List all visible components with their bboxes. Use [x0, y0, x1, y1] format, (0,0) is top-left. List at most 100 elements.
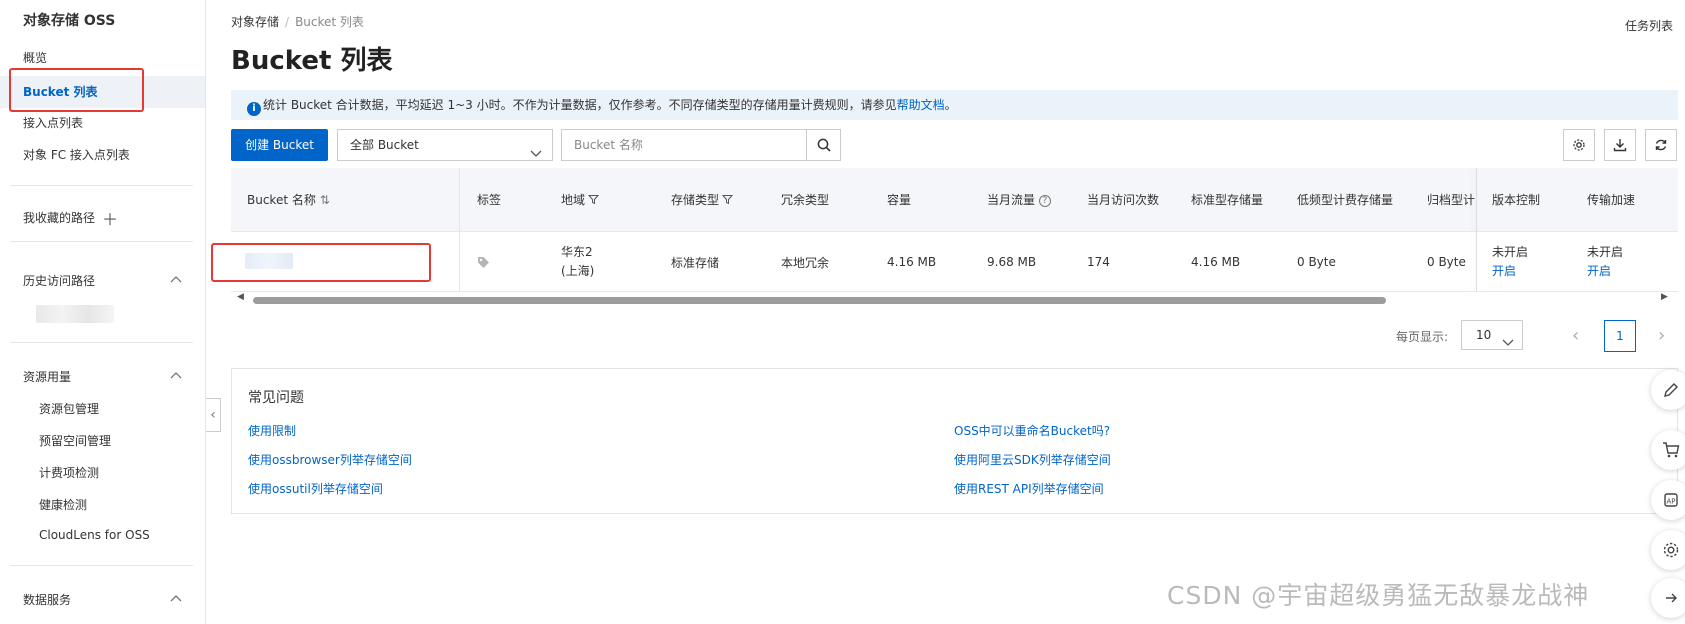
- col-header-capacity: 容量: [887, 193, 912, 207]
- refresh-icon: [1655, 139, 1667, 151]
- col-header-acceleration: 传输加速: [1587, 193, 1636, 207]
- sidebar-item-health-check[interactable]: 健康检测: [39, 496, 87, 513]
- col-header-name-label: Bucket 名称: [247, 193, 316, 207]
- table-cell-archive: 0 Byte: [1427, 255, 1466, 269]
- col-header-versioning: 版本控制: [1492, 193, 1541, 207]
- col-header-name[interactable]: Bucket 名称 ⇅: [247, 168, 330, 232]
- sidebar-item-access-points[interactable]: 接入点列表: [23, 114, 83, 131]
- page-number-button[interactable]: 1: [1604, 320, 1636, 352]
- acceleration-status: 未开启: [1587, 245, 1624, 259]
- chevron-up-icon[interactable]: [170, 275, 182, 285]
- chevron-up-icon[interactable]: [170, 594, 182, 604]
- breadcrumb: 对象存储 / Bucket 列表: [231, 13, 364, 30]
- scroll-thumb[interactable]: [253, 297, 1386, 304]
- enable-acceleration-link[interactable]: 开启: [1587, 262, 1611, 281]
- search-box: [561, 129, 841, 161]
- chevron-down-icon: [1502, 329, 1514, 357]
- breadcrumb-root[interactable]: 对象存储: [231, 15, 279, 29]
- download-button[interactable]: [1604, 129, 1636, 161]
- col-header-region[interactable]: 地域: [561, 168, 600, 233]
- link-icon: [1666, 593, 1677, 603]
- col-header-region-label: 地域: [561, 193, 586, 207]
- column-divider: [459, 168, 460, 292]
- faq-link[interactable]: 使用ossutil列举存储空间: [248, 480, 383, 497]
- highlight-box: [211, 243, 431, 282]
- cart-float-button[interactable]: [1651, 430, 1685, 470]
- settings-button[interactable]: [1563, 129, 1595, 161]
- chevron-up-icon[interactable]: [170, 371, 182, 381]
- info-icon: i: [247, 102, 261, 116]
- sidebar-divider: [10, 565, 193, 566]
- col-header-traffic-label: 当月流量: [987, 193, 1036, 207]
- table-cell-capacity: 4.16 MB: [887, 255, 937, 269]
- create-bucket-button[interactable]: 创建 Bucket: [231, 129, 328, 161]
- sidebar-item-fc-access-points[interactable]: 对象 FC 接入点列表: [23, 146, 130, 163]
- scroll-left-icon[interactable]: ◀: [237, 292, 244, 302]
- row-border: [231, 291, 1678, 292]
- search-icon: [817, 138, 831, 152]
- table-cell-region: 华东2 (上海): [561, 232, 594, 292]
- sidebar-item-reserved-capacity[interactable]: 预留空间管理: [39, 432, 111, 449]
- notice-suffix: 。: [944, 98, 957, 112]
- app-float-button[interactable]: AP: [1651, 480, 1685, 520]
- sidebar-divider: [10, 342, 193, 343]
- col-header-ia: 低频型计费存储量: [1297, 193, 1394, 207]
- page-title: Bucket 列表: [231, 46, 393, 76]
- pencil-icon: [1664, 383, 1678, 397]
- col-header-storage-class-label: 存储类型: [671, 193, 720, 207]
- sidebar-resource-label: 资源用量: [23, 370, 72, 384]
- search-input[interactable]: [562, 130, 808, 160]
- sidebar-data-service-label: 数据服务: [23, 593, 72, 607]
- faq-link[interactable]: 使用ossbrowser列举存储空间: [248, 451, 412, 468]
- bucket-filter-select[interactable]: 全部 Bucket: [337, 129, 553, 161]
- sidebar-item-resource-package[interactable]: 资源包管理: [39, 400, 99, 417]
- faq-link[interactable]: OSS中可以重命名Bucket吗?: [954, 422, 1110, 439]
- page-size-select[interactable]: 10: [1461, 320, 1523, 350]
- svg-text:AP: AP: [1666, 498, 1675, 506]
- edit-float-button[interactable]: [1651, 370, 1685, 410]
- col-header-storage-class[interactable]: 存储类型: [671, 168, 734, 233]
- faq-link[interactable]: 使用REST API列举存储空间: [954, 480, 1104, 497]
- table-cell-redundancy: 本地冗余: [781, 255, 830, 270]
- cart-icon: [1663, 442, 1680, 458]
- col-header-tags: 标签: [477, 193, 502, 207]
- faq-panel: 常见问题 使用限制 使用ossbrowser列举存储空间 使用ossutil列举…: [231, 368, 1678, 514]
- scroll-right-icon[interactable]: ▶: [1661, 292, 1668, 302]
- bucket-table: Bucket 名称 ⇅ 标签 地域 存储类型 冗余类型 容量 当月流量 ? 当月…: [231, 168, 1678, 292]
- sort-icon[interactable]: ⇅: [320, 193, 330, 207]
- col-header-archive: 归档型计: [1427, 193, 1476, 207]
- sidebar-item-billing-check[interactable]: 计费项检测: [39, 464, 99, 481]
- refresh-button[interactable]: [1645, 129, 1677, 161]
- table-cell-ia: 0 Byte: [1297, 255, 1336, 269]
- sidebar-item-overview[interactable]: 概览: [23, 49, 47, 66]
- filter-icon[interactable]: [587, 169, 600, 233]
- sidebar-item-cloudlens[interactable]: CloudLens for OSS: [39, 528, 150, 542]
- search-button[interactable]: [806, 130, 840, 160]
- col-header-traffic: 当月流量 ?: [987, 168, 1051, 232]
- help-doc-link[interactable]: 帮助文档: [897, 98, 945, 112]
- history-path-blurred[interactable]: [36, 305, 114, 323]
- horizontal-scrollbar[interactable]: ◀ ▶: [231, 292, 1678, 306]
- more-float-button[interactable]: [1651, 578, 1685, 618]
- table-cell-visits: 174: [1087, 255, 1110, 269]
- faq-link[interactable]: 使用限制: [248, 422, 296, 439]
- help-icon[interactable]: ?: [1038, 194, 1051, 207]
- breadcrumb-separator: /: [285, 15, 290, 29]
- next-page-icon[interactable]: ›: [1658, 325, 1665, 346]
- faq-link[interactable]: 使用阿里云SDK列举存储空间: [954, 451, 1111, 468]
- notice-text: 统计 Bucket 合计数据，平均延迟 1~3 小时。不作为计量数据，仅作参考。…: [263, 98, 897, 112]
- sidebar-title: 对象存储 OSS: [23, 13, 116, 29]
- tag-icon[interactable]: [477, 232, 490, 292]
- filter-icon[interactable]: [721, 169, 734, 233]
- task-list-link[interactable]: 任务列表: [1625, 17, 1673, 34]
- notice-bar: i 统计 Bucket 合计数据，平均延迟 1~3 小时。不作为计量数据，仅作参考…: [231, 90, 1678, 120]
- sidebar-divider: [10, 185, 193, 186]
- settings-float-button[interactable]: [1651, 530, 1685, 570]
- fixed-column-divider: [1476, 168, 1477, 292]
- add-favorite-icon[interactable]: ＋: [102, 206, 118, 230]
- table-cell-standard: 4.16 MB: [1191, 255, 1241, 269]
- prev-page-icon[interactable]: ‹: [1572, 325, 1579, 346]
- col-header-standard: 标准型存储量: [1191, 193, 1264, 207]
- collapse-sidebar-icon[interactable]: ‹: [206, 398, 221, 432]
- enable-versioning-link[interactable]: 开启: [1492, 262, 1516, 281]
